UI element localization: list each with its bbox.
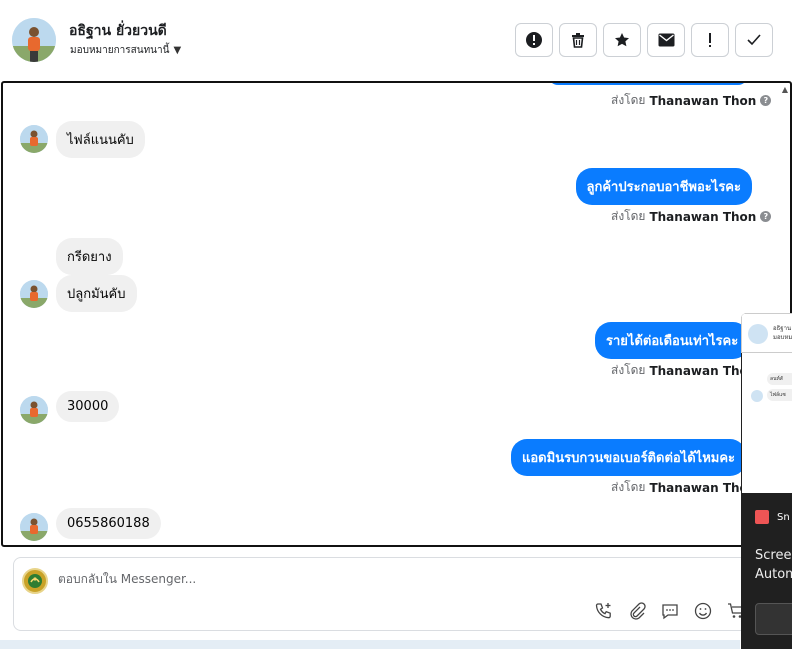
popup-notification-body: Sn Screen Autom <box>741 493 792 649</box>
message-bubble-outgoing-partial <box>548 83 748 85</box>
smiley-icon <box>694 602 712 620</box>
sender-avatar[interactable] <box>20 513 48 541</box>
mini-avatar <box>751 390 763 402</box>
mini-contact-name: อธิฐาน ยั่วยวนดี <box>773 325 792 332</box>
caret-down-icon: ▼ <box>173 45 182 56</box>
sent-by-label: ส่งโดย Thanawan Thon ? <box>611 91 772 110</box>
snipping-tool-icon <box>755 510 769 524</box>
scroll-up-arrow-icon[interactable]: ▲ <box>782 85 788 94</box>
sender-avatar[interactable] <box>20 125 48 153</box>
phone-plus-icon <box>595 603 611 619</box>
message-bubble-outgoing[interactable]: ลูกค้าประกอบอาชีพอะไรคะ <box>575 168 752 205</box>
agent-name: Thanawan Thon <box>649 93 757 108</box>
message-bubble-incoming[interactable]: 30000 <box>56 391 120 422</box>
saved-replies-button[interactable] <box>660 601 680 621</box>
conversation-toolbar <box>515 23 773 57</box>
sent-by-label: ส่งโดย Thanawan Thon <box>611 480 757 495</box>
popup-preview-header: อธิฐาน ยั่วยวนดี มอบหมายการสนทนานี้ <box>741 313 792 353</box>
mini-message-bubble: ลนห์สั <box>767 373 792 385</box>
notification-popup[interactable]: อธิฐาน ยั่วยวนดี มอบหมายการสนทนานี้ ลนห์… <box>741 313 792 649</box>
mini-assign-label: มอบหมายการสนทนานี้ <box>773 334 792 341</box>
message-bubble-incoming[interactable]: ไฟล์แนนคับ <box>56 121 145 158</box>
mark-unread-button[interactable] <box>647 23 685 57</box>
agent-name: Thanawan Thon <box>649 209 757 224</box>
mini-avatar <box>748 324 768 344</box>
message-bubble-incoming[interactable]: ปลูกมันคับ <box>56 275 137 312</box>
message-bubble-incoming[interactable]: กรีดยาง <box>56 238 123 275</box>
exclamation-icon <box>709 33 711 47</box>
assign-conversation-dropdown[interactable]: มอบหมายการสนทนานี้ ▼ <box>70 43 181 58</box>
info-icon[interactable]: ? <box>760 95 772 106</box>
chat-bubble-icon <box>662 604 678 620</box>
alert-circle-icon <box>526 32 542 48</box>
info-icon[interactable]: ? <box>760 211 772 222</box>
page-avatar <box>22 568 48 594</box>
popup-title: Screen Autom <box>755 548 792 582</box>
call-button[interactable] <box>594 601 614 621</box>
composer-toolbar <box>594 601 746 621</box>
emoji-button[interactable] <box>693 601 713 621</box>
popup-app-label: Sn <box>777 511 790 523</box>
trash-icon <box>572 33 584 48</box>
star-icon <box>615 33 629 47</box>
popup-app-row: Sn <box>755 510 790 524</box>
paperclip-icon <box>630 602 646 620</box>
page-bottom-strip <box>0 640 740 649</box>
message-bubble-outgoing[interactable]: แอดมินรบกวนขอเบอร์ติดต่อได้ไหมคะ <box>511 439 747 476</box>
envelope-icon <box>658 33 674 47</box>
message-bubble-incoming[interactable]: 0655860188 <box>56 508 161 539</box>
conversation-header: อธิฐาน ยั่วยวนดี มอบหมายการสนทนานี้ ▼ <box>0 0 792 80</box>
follow-up-button[interactable] <box>691 23 729 57</box>
assign-label: มอบหมายการสนทนานี้ <box>70 45 170 56</box>
contact-name[interactable]: อธิฐาน ยั่วยวนดี <box>69 20 167 42</box>
reply-composer <box>13 557 753 631</box>
sent-by-label: ส่งโดย Thanawan Thon ? <box>611 207 772 226</box>
sent-by-label: ส่งโดย Thanawan Thon <box>611 363 757 378</box>
mark-spam-button[interactable] <box>515 23 553 57</box>
mini-message-bubble: ไฟล์แซ <box>767 389 792 401</box>
contact-avatar[interactable] <box>12 18 56 62</box>
page-logo-icon <box>28 574 42 588</box>
sender-avatar[interactable] <box>20 280 48 308</box>
reply-input[interactable] <box>58 572 658 586</box>
mark-done-button[interactable] <box>735 23 773 57</box>
popup-preview-thread: ลนห์สั ไฟล์แซ <box>742 353 792 493</box>
message-bubble-outgoing[interactable]: รายได้ต่อเดือนเท่าไรคะ <box>595 322 750 359</box>
messenger-inbox-window: อธิฐาน ยั่วยวนดี มอบหมายการสนทนานี้ ▼ ▲ … <box>0 0 792 649</box>
popup-action-button[interactable] <box>755 603 792 635</box>
message-thread[interactable]: ▲ ส่งโดย Thanawan Thon ? ไฟล์แนนคับ ลูกค… <box>1 81 792 547</box>
star-button[interactable] <box>603 23 641 57</box>
sender-avatar[interactable] <box>20 396 48 424</box>
delete-button[interactable] <box>559 23 597 57</box>
check-icon <box>747 34 761 46</box>
attach-button[interactable] <box>627 601 647 621</box>
